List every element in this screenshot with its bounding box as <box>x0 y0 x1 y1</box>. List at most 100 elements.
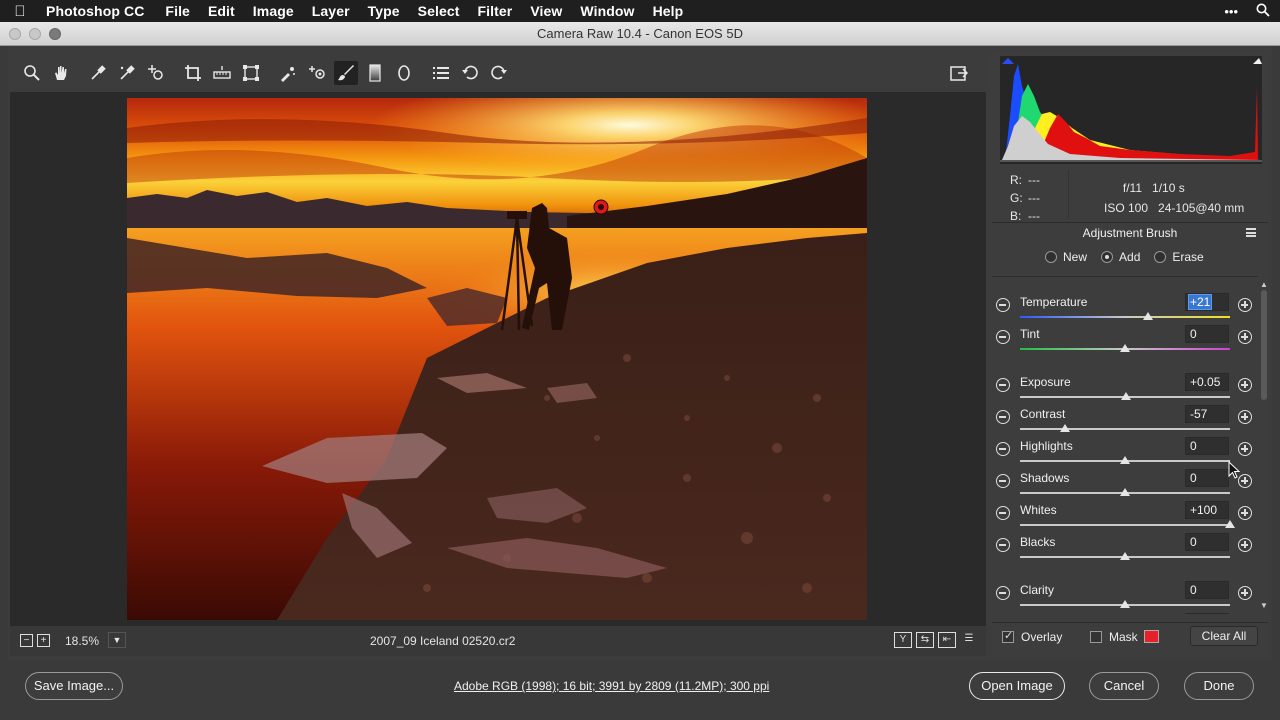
zoom-icon[interactable] <box>20 61 44 85</box>
tint-value-field[interactable]: 0 <box>1185 325 1229 343</box>
menu-file[interactable]: File <box>156 3 199 19</box>
tint-label: Tint <box>1020 327 1040 341</box>
zoom-window-button[interactable] <box>49 28 61 40</box>
info-panel: R: --- G: --- B: --- f/11 1/10 s ISO 100 24… <box>992 166 1270 223</box>
slider-row-whites: Whites +100 <box>992 493 1258 528</box>
blacks-increase-icon[interactable] <box>1238 538 1252 552</box>
mode-new-radio[interactable] <box>1045 251 1057 263</box>
menu-app[interactable]: Photoshop CC <box>40 3 156 19</box>
view-settings-icon[interactable]: ☰ <box>960 632 978 648</box>
tint-increase-icon[interactable] <box>1238 330 1252 344</box>
copy-settings-icon[interactable]: ⇤ <box>938 632 956 648</box>
before-after-swap-icon[interactable]: ⇆ <box>916 632 934 648</box>
adjustment-brush-icon[interactable] <box>334 61 358 85</box>
save-image-button[interactable]: Save Image... <box>25 672 123 700</box>
menu-type[interactable]: Type <box>359 3 409 19</box>
highlights-increase-icon[interactable] <box>1238 442 1252 456</box>
mode-add[interactable]: Add <box>1101 250 1140 264</box>
mode-erase-radio[interactable] <box>1154 251 1167 263</box>
mask-checkbox[interactable] <box>1090 631 1102 643</box>
open-image-button[interactable]: Open Image <box>969 672 1065 700</box>
more-icon[interactable]: ••• <box>1224 4 1238 19</box>
clear-all-button[interactable]: Clear All <box>1190 626 1258 646</box>
scroll-down-icon[interactable]: ▼ <box>1260 601 1268 610</box>
temperature-increase-icon[interactable] <box>1238 298 1252 312</box>
dehaze-value-field[interactable]: 0 <box>1185 613 1229 614</box>
zoom-in-button[interactable]: + <box>37 634 50 647</box>
whites-value-field[interactable]: +100 <box>1185 501 1229 519</box>
overlay-checkbox[interactable] <box>1002 629 1014 643</box>
scroll-thumb[interactable] <box>1261 290 1267 400</box>
mode-new[interactable]: New <box>1045 250 1087 264</box>
shadows-increase-icon[interactable] <box>1238 474 1252 488</box>
mode-erase[interactable]: Erase <box>1154 250 1204 264</box>
preview-status-bar: − + 18.5% ▼ 2007_09 Iceland 02520.cr2 Y … <box>10 626 986 656</box>
exposure-value-field[interactable]: +0.05 <box>1185 373 1229 391</box>
clarity-value-field[interactable]: 0 <box>1185 581 1229 599</box>
search-icon[interactable] <box>1256 3 1270 20</box>
blacks-decrease-icon[interactable] <box>996 538 1010 552</box>
shadows-decrease-icon[interactable] <box>996 474 1010 488</box>
rotate-right-icon[interactable] <box>487 61 511 85</box>
zoom-dropdown[interactable]: ▼ <box>108 632 126 648</box>
mask-color-swatch[interactable] <box>1144 630 1159 643</box>
menu-window[interactable]: Window <box>571 3 643 19</box>
clarity-decrease-icon[interactable] <box>996 586 1010 600</box>
hand-icon[interactable] <box>49 61 73 85</box>
menu-help[interactable]: Help <box>644 3 693 19</box>
menu-select[interactable]: Select <box>409 3 469 19</box>
temperature-decrease-icon[interactable] <box>996 298 1010 312</box>
menu-edit[interactable]: Edit <box>199 3 244 19</box>
spot-removal-icon[interactable] <box>276 61 300 85</box>
temperature-value-field[interactable]: +21 <box>1185 293 1229 311</box>
red-eye-icon[interactable] <box>305 61 329 85</box>
menu-view[interactable]: View <box>521 3 571 19</box>
exposure-value: +0.05 <box>1190 375 1221 389</box>
done-button[interactable]: Done <box>1184 672 1254 700</box>
transform-icon[interactable] <box>239 61 263 85</box>
shadows-value-field[interactable]: 0 <box>1185 469 1229 487</box>
contrast-increase-icon[interactable] <box>1238 410 1252 424</box>
highlights-value-field[interactable]: 0 <box>1185 437 1229 455</box>
crop-icon[interactable] <box>181 61 205 85</box>
zoom-out-button[interactable]: − <box>20 634 33 647</box>
panel-scrollbar[interactable]: ▲ ▼ <box>1260 280 1268 610</box>
straighten-icon[interactable] <box>210 61 234 85</box>
photo-preview[interactable] <box>127 98 867 620</box>
close-window-button[interactable] <box>9 28 21 40</box>
whites-decrease-icon[interactable] <box>996 506 1010 520</box>
mode-add-radio[interactable] <box>1101 251 1114 263</box>
before-after-y-icon[interactable]: Y <box>894 632 912 648</box>
tint-decrease-icon[interactable] <box>996 330 1010 344</box>
tint-slider-thumb[interactable] <box>1120 344 1130 352</box>
scroll-up-icon[interactable]: ▲ <box>1260 280 1268 289</box>
color-sampler-icon[interactable] <box>115 61 139 85</box>
window-titlebar: Camera Raw 10.4 - Canon EOS 5D <box>0 22 1280 46</box>
blacks-slider-thumb[interactable] <box>1120 552 1130 560</box>
graduated-filter-icon[interactable] <box>363 61 387 85</box>
contrast-value-field[interactable]: -57 <box>1185 405 1229 423</box>
exposure-increase-icon[interactable] <box>1238 378 1252 392</box>
cancel-button[interactable]: Cancel <box>1089 672 1159 700</box>
panel-menu-icon[interactable] <box>1246 228 1256 237</box>
r-value: --- <box>1028 173 1040 187</box>
apple-icon[interactable]:  <box>0 3 40 20</box>
contrast-decrease-icon[interactable] <box>996 410 1010 424</box>
exposure-decrease-icon[interactable] <box>996 378 1010 392</box>
highlights-decrease-icon[interactable] <box>996 442 1010 456</box>
preferences-icon[interactable] <box>429 61 453 85</box>
whites-increase-icon[interactable] <box>1238 506 1252 520</box>
menu-image[interactable]: Image <box>244 3 303 19</box>
clarity-increase-icon[interactable] <box>1238 586 1252 600</box>
white-balance-icon[interactable] <box>86 61 110 85</box>
fullscreen-icon[interactable] <box>947 61 971 85</box>
workflow-options-link[interactable]: Adobe RGB (1998); 16 bit; 3991 by 2809 (… <box>454 679 769 693</box>
menu-filter[interactable]: Filter <box>469 3 522 19</box>
rotate-left-icon[interactable] <box>458 61 482 85</box>
menu-layer[interactable]: Layer <box>303 3 359 19</box>
minimize-window-button[interactable] <box>29 28 41 40</box>
radial-filter-icon[interactable] <box>392 61 416 85</box>
panel-footer: Overlay Mask Clear All <box>992 622 1268 650</box>
blacks-value-field[interactable]: 0 <box>1185 533 1229 551</box>
targeted-adjustment-icon[interactable] <box>144 61 168 85</box>
